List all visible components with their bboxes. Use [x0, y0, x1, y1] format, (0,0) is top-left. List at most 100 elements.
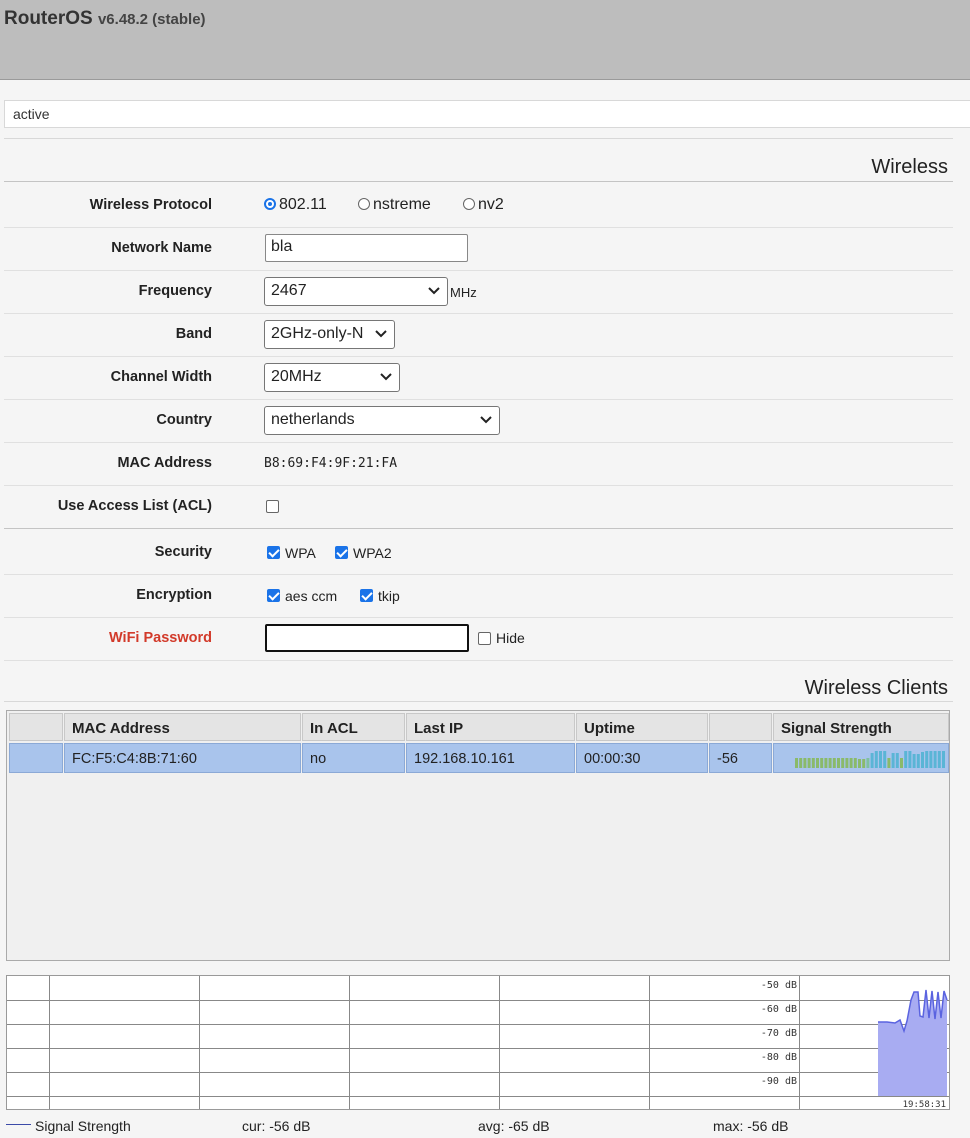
column-header-select[interactable] — [9, 713, 63, 741]
chevron-down-icon — [380, 373, 392, 381]
radio-nv2[interactable]: nv2 — [463, 196, 504, 214]
tkip-label: tkip — [378, 588, 400, 604]
client-uptime-cell: 00:00:30 — [576, 743, 708, 773]
radio-label: nstreme — [373, 196, 431, 213]
signal-bar — [921, 752, 924, 768]
wireless-protocol-label: Wireless Protocol — [89, 197, 212, 213]
client-signal-strength-cell — [773, 743, 949, 773]
network-name-input[interactable]: bla — [265, 234, 468, 262]
tkip-checkbox[interactable] — [360, 589, 373, 602]
column-header-uptime[interactable]: Uptime — [576, 713, 708, 741]
radio-802-11[interactable]: 802.11 — [264, 196, 327, 214]
row-network-name: Network Name bla — [4, 227, 953, 271]
signal-bar — [845, 758, 849, 768]
security-label: Security — [154, 544, 212, 560]
radio-icon — [463, 198, 475, 210]
client-signal-cell: -56 — [709, 743, 772, 773]
signal-bar — [828, 758, 832, 768]
row-encryption: Encryption aes ccm tkip — [4, 574, 953, 618]
column-header-in-acl[interactable]: In ACL — [302, 713, 405, 741]
signal-bar — [895, 753, 899, 768]
signal-bar — [879, 751, 882, 768]
client-in-acl-cell: no — [302, 743, 405, 773]
signal-bar — [832, 758, 836, 768]
legend-line-icon — [6, 1124, 31, 1125]
y-label: -50 dB — [761, 980, 797, 991]
signal-bar — [908, 751, 912, 768]
channel-width-select[interactable]: 20MHz — [264, 363, 400, 392]
signal-bar — [942, 751, 945, 768]
country-label: Country — [156, 412, 212, 428]
top-bar: RouterOS v6.48.2 (stable) — [0, 0, 970, 80]
signal-bar — [803, 758, 807, 768]
signal-bar — [841, 758, 845, 768]
wifi-password-input[interactable] — [265, 624, 469, 652]
signal-bar — [837, 758, 840, 768]
signal-graph-canvas: -50 dB -60 dB -70 dB -80 dB -90 dB 19:58… — [7, 976, 949, 1109]
radio-label: nv2 — [478, 196, 504, 213]
row-frequency: Frequency 2467 MHz — [4, 270, 953, 314]
chevron-down-icon — [480, 416, 492, 424]
hide-password-checkbox[interactable] — [478, 632, 491, 645]
mac-address-label: MAC Address — [117, 455, 212, 471]
radio-label: 802.11 — [279, 196, 327, 213]
band-select[interactable]: 2GHz-only-N — [264, 320, 395, 349]
wpa-checkbox[interactable] — [267, 546, 280, 559]
signal-bar — [887, 758, 891, 768]
signal-bar — [866, 758, 870, 768]
row-security: Security WPA WPA2 — [4, 531, 953, 575]
signal-bar — [858, 759, 861, 768]
signal-bar — [912, 754, 916, 768]
signal-bar — [900, 758, 903, 768]
column-header-mac[interactable]: MAC Address — [64, 713, 301, 741]
version-label: v6.48.2 (stable) — [97, 11, 206, 28]
band-value: 2GHz-only-N — [271, 325, 364, 342]
clients-table: MAC Address In ACL Last IP Uptime Signal… — [6, 710, 950, 961]
client-last-ip-cell: 192.168.10.161 — [406, 743, 575, 773]
signal-bar — [933, 751, 937, 768]
signal-bar — [799, 758, 803, 768]
row-channel-width: Channel Width 20MHz — [4, 356, 953, 400]
client-mac-cell: FC:F5:C4:8B:71:60 — [64, 743, 301, 773]
frequency-unit: MHz — [450, 285, 477, 300]
row-access-list: Use Access List (ACL) — [4, 485, 953, 529]
signal-bar — [820, 758, 824, 768]
aes-ccm-checkbox[interactable] — [267, 589, 280, 602]
country-select[interactable]: netherlands — [264, 406, 500, 435]
aes-ccm-label: aes ccm — [285, 588, 338, 604]
y-label: -80 dB — [761, 1052, 797, 1063]
country-value: netherlands — [271, 411, 355, 428]
signal-strength-bars — [795, 751, 945, 768]
channel-width-value: 20MHz — [271, 368, 322, 385]
section-title-wireless: Wireless — [871, 156, 948, 178]
signal-bar — [916, 754, 920, 768]
frequency-select[interactable]: 2467 — [264, 277, 448, 306]
signal-bar — [807, 758, 811, 768]
channel-width-label: Channel Width — [110, 369, 212, 385]
column-header-signal-strength[interactable]: Signal Strength — [773, 713, 949, 741]
wpa2-checkbox[interactable] — [335, 546, 348, 559]
radio-selected-icon — [264, 198, 276, 210]
row-mac-address: MAC Address B8:69:F4:9F:21:FA — [4, 442, 953, 486]
wpa2-label: WPA2 — [353, 545, 392, 561]
band-label: Band — [175, 326, 212, 342]
acl-checkbox[interactable] — [266, 500, 279, 513]
status-text: active — [13, 106, 50, 122]
signal-bar — [929, 751, 933, 768]
chevron-down-icon — [375, 330, 387, 338]
brand-title: RouterOS v6.48.2 (stable) — [4, 8, 206, 30]
row-band: Band 2GHz-only-N — [4, 313, 953, 357]
column-header-signal[interactable] — [709, 713, 772, 741]
signal-bar — [816, 758, 819, 768]
signal-bar — [870, 753, 874, 768]
signal-bar — [937, 751, 941, 768]
row-select-cell[interactable] — [9, 743, 63, 773]
wifi-password-label: WiFi Password — [108, 630, 212, 646]
divider — [4, 138, 953, 139]
column-header-last-ip[interactable]: Last IP — [406, 713, 575, 741]
radio-nstreme[interactable]: nstreme — [358, 196, 431, 214]
signal-bar — [795, 758, 798, 768]
graph-current-value: cur: -56 dB — [242, 1118, 311, 1134]
signal-bar — [883, 751, 887, 768]
signal-bar — [904, 751, 908, 768]
